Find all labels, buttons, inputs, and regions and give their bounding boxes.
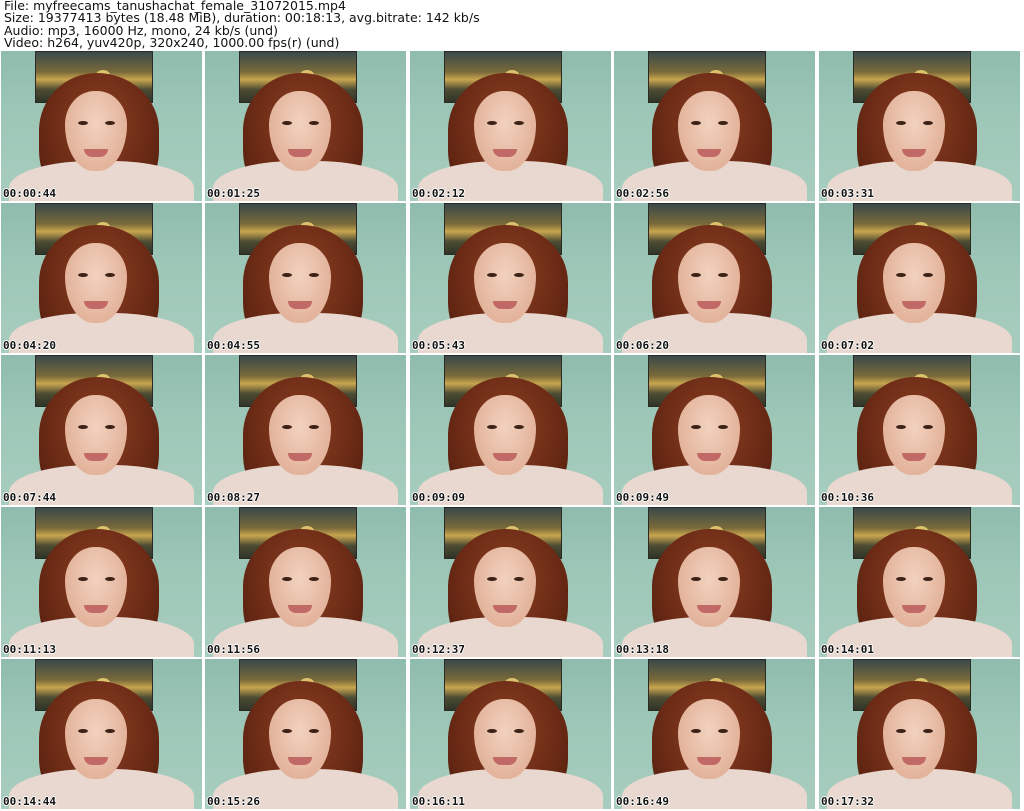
video-frame-thumbnail: 00:09:09	[410, 355, 611, 505]
frame-timestamp: 00:14:01	[821, 643, 874, 656]
video-frame-thumbnail: 00:04:20	[1, 203, 202, 353]
video-info-line: Video: h264, yuv420p, 320x240, 1000.00 f…	[4, 34, 340, 50]
video-frame-thumbnail: 00:14:44	[1, 659, 202, 809]
frame-timestamp: 00:11:56	[207, 643, 260, 656]
video-frame-thumbnail: 00:15:26	[205, 659, 406, 809]
frame-timestamp: 00:16:49	[616, 795, 669, 808]
video-frame-thumbnail: 00:03:31	[819, 51, 1020, 201]
frame-timestamp: 00:16:11	[412, 795, 465, 808]
frame-timestamp: 00:07:44	[3, 491, 56, 504]
video-frame-thumbnail: 00:02:56	[614, 51, 815, 201]
video-frame-thumbnail: 00:13:18	[614, 507, 815, 657]
frame-timestamp: 00:10:36	[821, 491, 874, 504]
frame-timestamp: 00:01:25	[207, 187, 260, 200]
frame-timestamp: 00:00:44	[3, 187, 56, 200]
video-frame-thumbnail: 00:07:02	[819, 203, 1020, 353]
video-frame-thumbnail: 00:16:49	[614, 659, 815, 809]
frame-timestamp: 00:15:26	[207, 795, 260, 808]
video-frame-thumbnail: 00:05:43	[410, 203, 611, 353]
video-frame-thumbnail: 00:17:32	[819, 659, 1020, 809]
video-frame-thumbnail: 00:01:25	[205, 51, 406, 201]
frame-timestamp: 00:11:13	[3, 643, 56, 656]
video-frame-thumbnail: 00:02:12	[410, 51, 611, 201]
video-frame-thumbnail: 00:12:37	[410, 507, 611, 657]
frame-timestamp: 00:05:43	[412, 339, 465, 352]
video-frame-thumbnail: 00:00:44	[1, 51, 202, 201]
video-frame-thumbnail: 00:07:44	[1, 355, 202, 505]
frame-timestamp: 00:12:37	[412, 643, 465, 656]
frame-timestamp: 00:09:49	[616, 491, 669, 504]
video-frame-thumbnail: 00:10:36	[819, 355, 1020, 505]
frame-timestamp: 00:02:56	[616, 187, 669, 200]
frame-timestamp: 00:08:27	[207, 491, 260, 504]
frame-timestamp: 00:17:32	[821, 795, 874, 808]
video-frame-thumbnail: 00:14:01	[819, 507, 1020, 657]
frame-timestamp: 00:03:31	[821, 187, 874, 200]
file-info-header: File: myfreecams_tanushachat_female_3107…	[4, 0, 480, 49]
frame-timestamp: 00:09:09	[412, 491, 465, 504]
video-frame-thumbnail: 00:08:27	[205, 355, 406, 505]
video-frame-thumbnail: 00:04:55	[205, 203, 406, 353]
frame-timestamp: 00:04:20	[3, 339, 56, 352]
frame-timestamp: 00:02:12	[412, 187, 465, 200]
thumbnail-grid: 00:00:44 00:01:25 00:02:12 00:02:56 00:03:31…	[1, 51, 1023, 811]
frame-timestamp: 00:04:55	[207, 339, 260, 352]
frame-timestamp: 00:13:18	[616, 643, 669, 656]
video-frame-thumbnail: 00:16:11	[410, 659, 611, 809]
frame-timestamp: 00:07:02	[821, 339, 874, 352]
frame-timestamp: 00:06:20	[616, 339, 669, 352]
video-frame-thumbnail: 00:09:49	[614, 355, 815, 505]
video-frame-thumbnail: 00:11:13	[1, 507, 202, 657]
frame-timestamp: 00:14:44	[3, 795, 56, 808]
video-frame-thumbnail: 00:06:20	[614, 203, 815, 353]
video-frame-thumbnail: 00:11:56	[205, 507, 406, 657]
